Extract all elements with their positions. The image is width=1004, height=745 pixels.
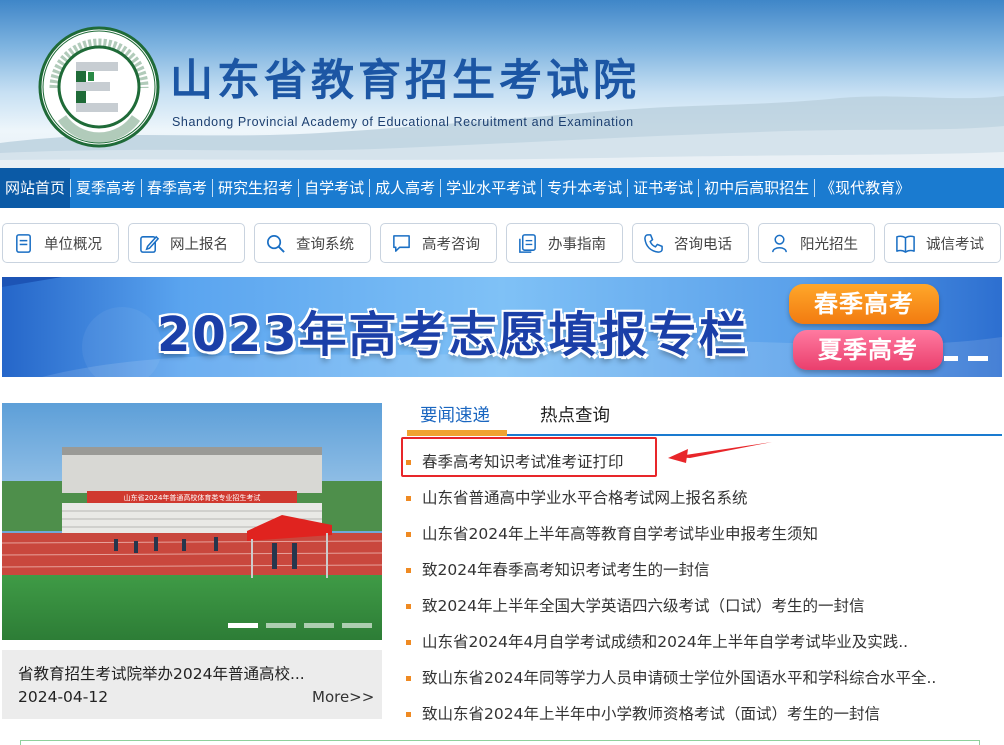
- caption-title[interactable]: 省教育招生考试院举办2024年普通高校...: [18, 662, 305, 684]
- carousel-indicators: [228, 623, 372, 628]
- search-icon: [267, 234, 285, 253]
- quick-link-gaokao-consult[interactable]: 高考咨询: [380, 223, 497, 263]
- quick-link-online-registration[interactable]: 网上报名: [128, 223, 245, 263]
- nav-modern-education[interactable]: 《现代教育》: [815, 168, 915, 208]
- quick-link-label: 单位概况: [44, 236, 102, 253]
- photo-caption: 省教育招生考试院举办2024年普通高校... 2024-04-12 More>>: [2, 650, 382, 719]
- quick-link-label: 诚信考试: [926, 236, 984, 253]
- news-item[interactable]: 致2024年上半年全国大学英语四六级考试（口试）考生的一封信: [406, 584, 1002, 620]
- highlight-box: [401, 437, 657, 477]
- quick-link-unit-overview[interactable]: 单位概况: [2, 223, 119, 263]
- quick-link-label: 网上报名: [170, 236, 228, 253]
- quick-link-query-system[interactable]: 查询系统: [254, 223, 371, 263]
- pencil-edit-icon: [140, 235, 160, 253]
- nav-summer-gaokao[interactable]: 夏季高考: [71, 168, 141, 208]
- news-tabs: 要闻速递 热点查询: [407, 398, 1002, 436]
- quick-link-label: 办事指南: [548, 236, 606, 253]
- nav-home[interactable]: 网站首页: [0, 168, 71, 208]
- news-item[interactable]: 山东省普通高中学业水平合格考试网上报名系统: [406, 476, 1002, 512]
- news-item[interactable]: 山东省2024年上半年高等教育自学考试毕业申报考生须知: [406, 512, 1002, 548]
- nav-vocational-enrollment[interactable]: 初中后高职招生: [699, 168, 814, 208]
- quick-link-label: 高考咨询: [422, 236, 480, 253]
- carousel-dot[interactable]: [342, 623, 372, 628]
- nav-spring-gaokao[interactable]: 春季高考: [142, 168, 212, 208]
- banner-title: 2023年高考志愿填报专栏: [157, 307, 749, 363]
- news-item[interactable]: 致山东省2024年同等学力人员申请硕士学位外国语水平和学科综合水平全..: [406, 656, 1002, 692]
- news-list: 春季高考知识考试准考证打印 山东省普通高中学业水平合格考试网上报名系统 山东省2…: [406, 440, 1002, 728]
- section-divider: [20, 740, 980, 745]
- quick-links: 单位概况 网上报名 查询系统 高考咨询 办事指南 咨询电话 阳光招生 诚信考试: [2, 223, 1002, 263]
- nav-certificate-exam[interactable]: 证书考试: [628, 168, 698, 208]
- phone-icon: [644, 233, 663, 253]
- stadium-banner-text: 山东省2024年普通高校体育类专业招生考试: [124, 493, 261, 502]
- nav-self-study-exam[interactable]: 自学考试: [299, 168, 369, 208]
- active-tab-indicator: [407, 430, 507, 436]
- book-icon: [896, 234, 915, 253]
- tab-hot-query[interactable]: 热点查询: [540, 402, 610, 436]
- nav-graduate-exam[interactable]: 研究生招考: [213, 168, 298, 208]
- nav-adult-exam[interactable]: 成人高考: [370, 168, 440, 208]
- quick-link-honest-exam[interactable]: 诚信考试: [884, 223, 1001, 263]
- news-item[interactable]: 致山东省2024年上半年中小学教师资格考试（面试）考生的一封信: [406, 692, 1002, 728]
- news-photo-carousel[interactable]: 山东省2024年普通高校体育类专业招生考试: [2, 403, 382, 640]
- quick-link-sunshine-enrollment[interactable]: 阳光招生: [758, 223, 875, 263]
- site-header: 山东省教育招生考试院 Shandong Provincial Academy o…: [0, 0, 1004, 168]
- quick-link-service-guide[interactable]: 办事指南: [506, 223, 623, 263]
- quick-link-consult-phone[interactable]: 咨询电话: [632, 223, 749, 263]
- news-item[interactable]: 山东省2024年4月自学考试成绩和2024年上半年自学考试毕业及实践..: [406, 620, 1002, 656]
- site-subtitle: Shandong Provincial Academy of Education…: [172, 115, 634, 129]
- user-icon: [772, 234, 787, 252]
- more-link[interactable]: More>>: [312, 688, 374, 706]
- banner-indicator-active[interactable]: [968, 356, 988, 361]
- copy-document-icon: [519, 233, 536, 253]
- stadium-photo: 山东省2024年普通高校体育类专业招生考试: [2, 403, 382, 640]
- quick-link-label: 阳光招生: [800, 236, 858, 253]
- gaokao-application-banner[interactable]: 2023年高考志愿填报专栏 春季高考 夏季高考: [2, 277, 1002, 377]
- spring-gaokao-button[interactable]: 春季高考: [789, 284, 939, 324]
- academy-logo: [38, 26, 160, 148]
- banner-indicator[interactable]: [944, 356, 958, 361]
- document-icon: [16, 233, 31, 253]
- quick-link-label: 查询系统: [296, 236, 354, 253]
- nav-proficiency-exam[interactable]: 学业水平考试: [441, 168, 541, 208]
- news-item[interactable]: 致2024年春季高考知识考试考生的一封信: [406, 548, 1002, 584]
- summer-gaokao-button[interactable]: 夏季高考: [793, 330, 943, 370]
- nav-upgrade-exam[interactable]: 专升本考试: [542, 168, 627, 208]
- carousel-dot[interactable]: [228, 623, 258, 628]
- red-arrow-annotation: [668, 442, 772, 463]
- caption-date: 2024-04-12: [18, 688, 109, 706]
- chat-bubble-icon: [393, 234, 410, 252]
- carousel-dot[interactable]: [266, 623, 296, 628]
- quick-link-label: 咨询电话: [674, 236, 732, 253]
- site-title: 山东省教育招生考试院: [170, 56, 640, 106]
- main-nav: 网站首页 夏季高考 春季高考 研究生招考 自学考试 成人高考 学业水平考试 专升…: [0, 168, 1004, 208]
- carousel-dot[interactable]: [304, 623, 334, 628]
